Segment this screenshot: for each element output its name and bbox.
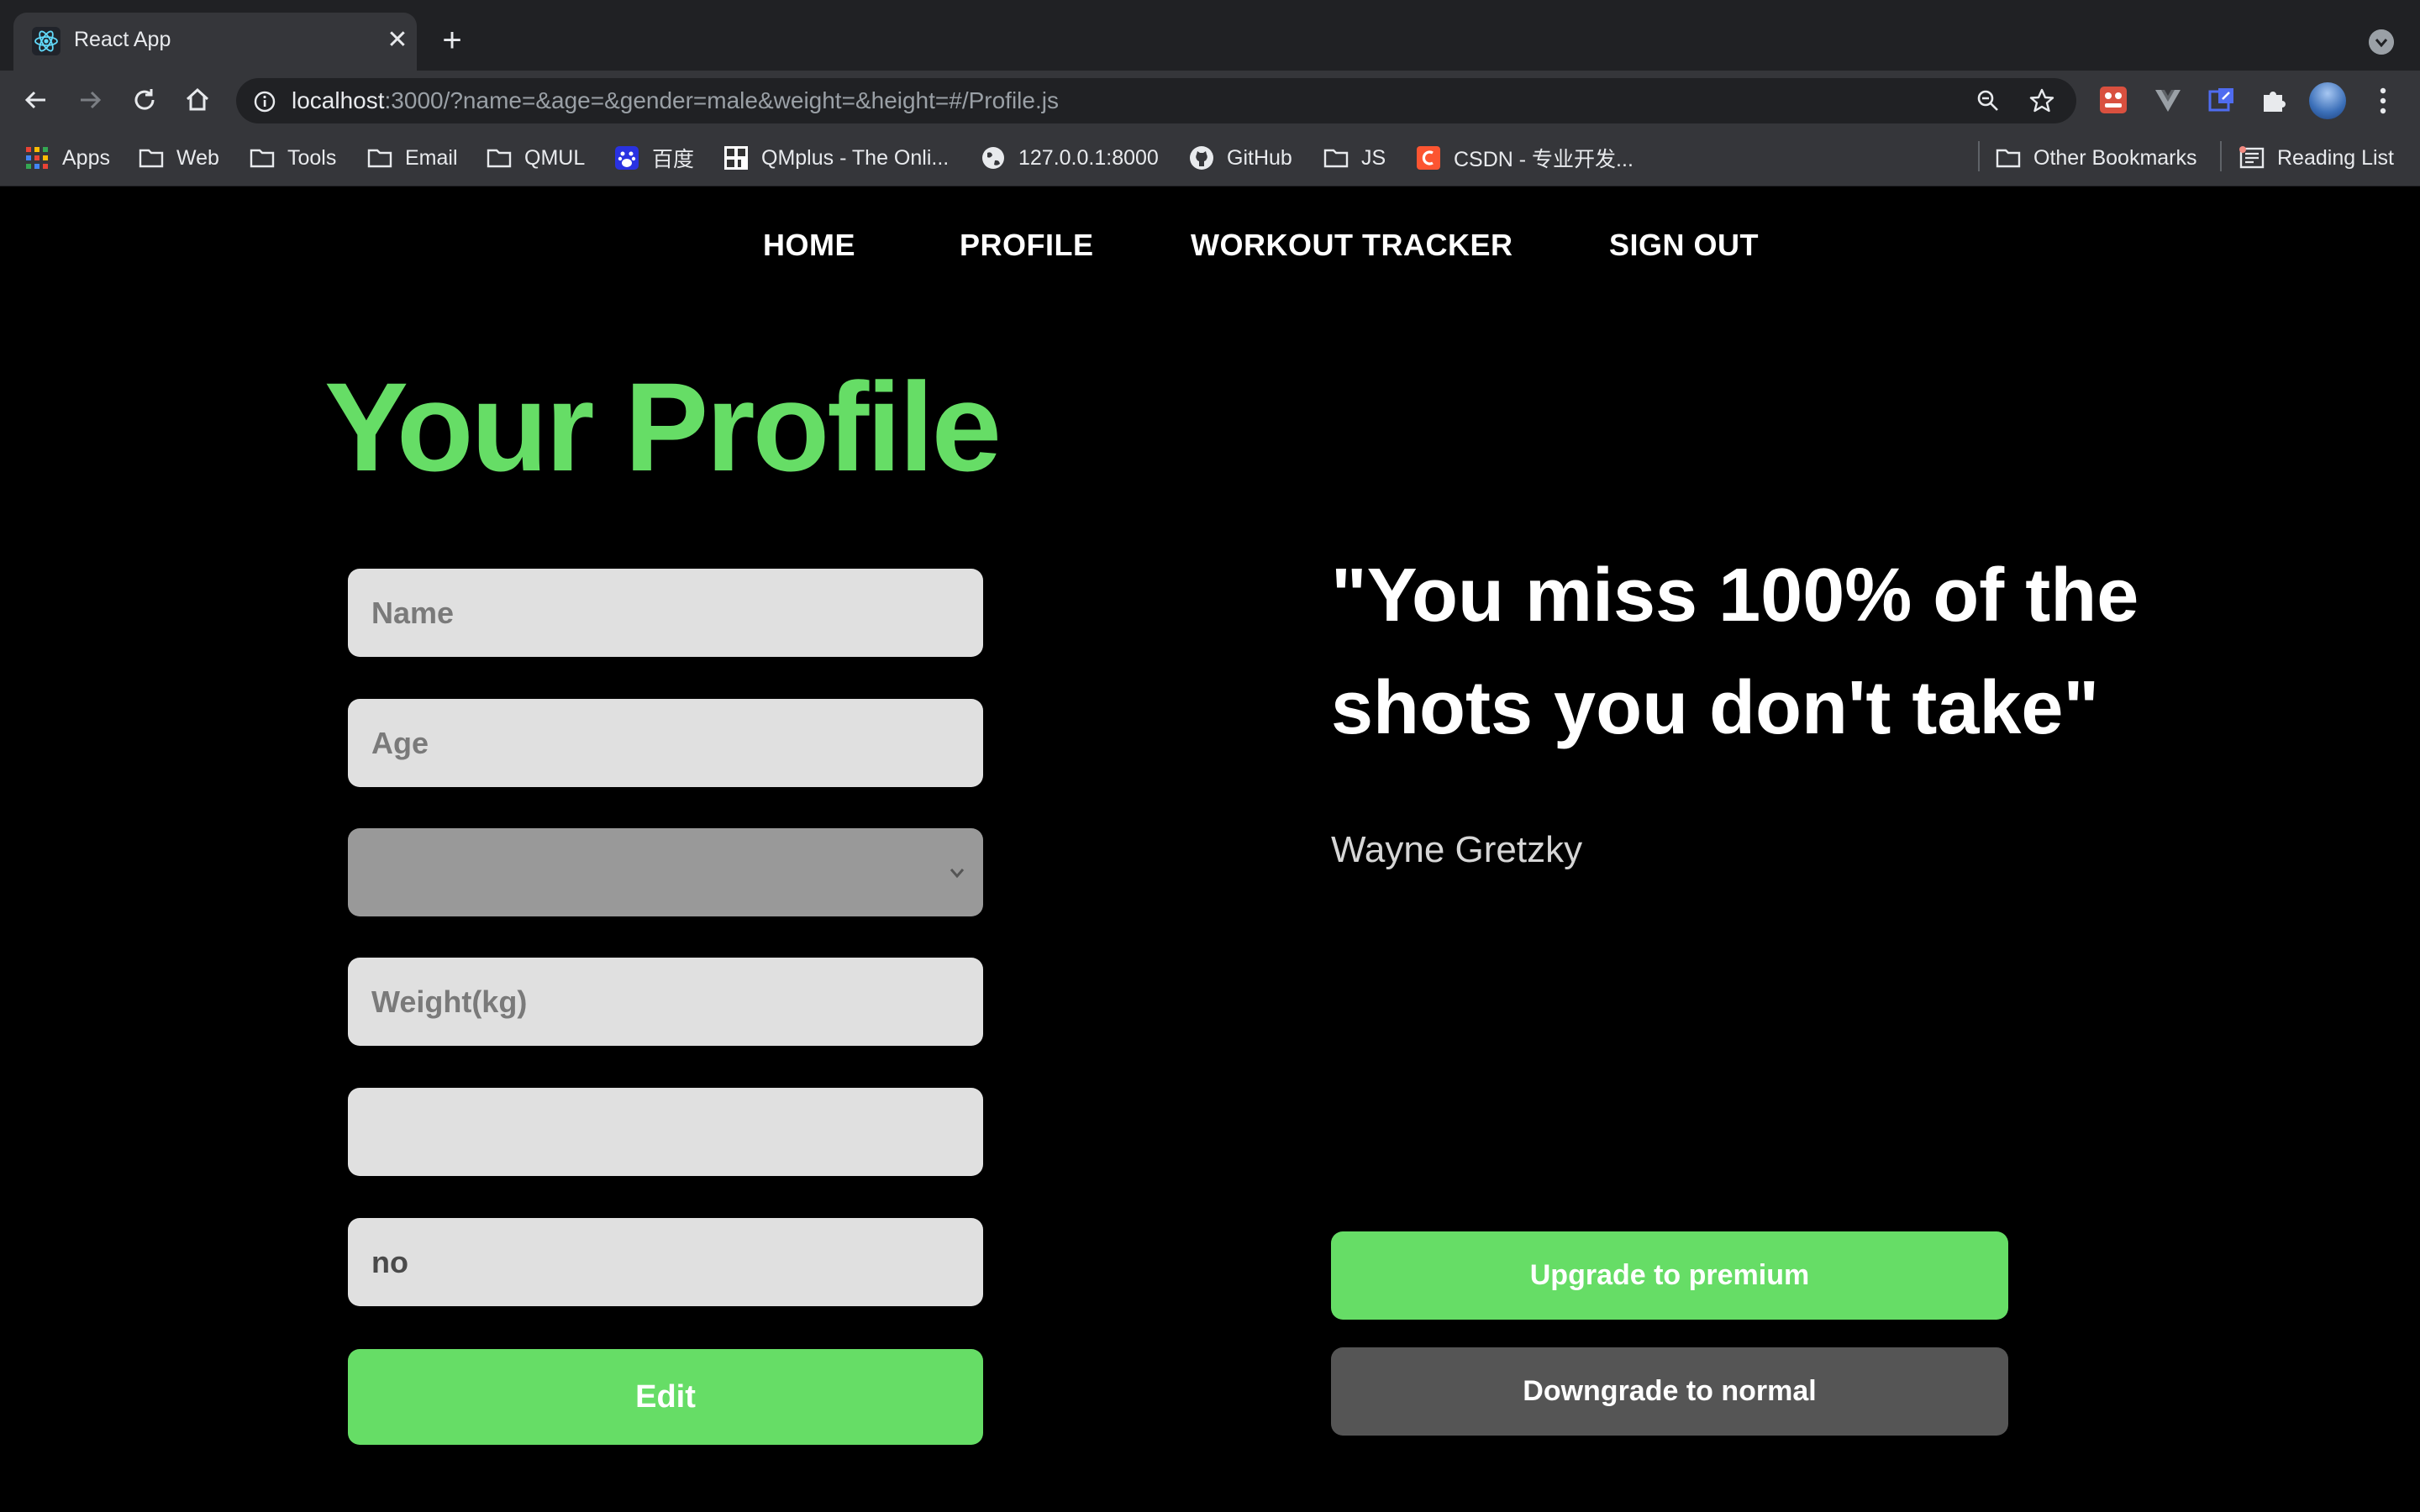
age-input[interactable]: [348, 699, 983, 787]
profile-avatar[interactable]: [2309, 82, 2346, 119]
bookmark-label: QMplus - The Onli...: [761, 145, 950, 170]
bookmark-csdn[interactable]: CSDN - 专业开发...: [1415, 144, 1634, 172]
bookmark-folder-tools[interactable]: Tools: [249, 144, 336, 172]
bookmark-separator: [2220, 141, 2222, 171]
bookmark-label: Tools: [287, 145, 337, 170]
quote-text: "You miss 100% of the shots you don't ta…: [1331, 554, 2139, 750]
address-bar[interactable]: localhost:3000/?name=&age=&gender=male&w…: [236, 78, 2076, 123]
extensions-puzzle-icon[interactable]: [2259, 85, 2289, 115]
chevron-down-icon: [950, 869, 965, 879]
bookmark-label: 127.0.0.1:8000: [1018, 145, 1159, 170]
edit-button[interactable]: Edit: [348, 1349, 983, 1445]
premium-status-input[interactable]: [348, 1218, 983, 1306]
more-menu-icon[interactable]: [2375, 84, 2391, 118]
address-path: :3000/?name=&age=&gender=male&weight=&he…: [384, 87, 1059, 113]
extension-blue-icon[interactable]: [2207, 85, 2237, 115]
home-icon[interactable]: [183, 86, 212, 114]
bookmark-label: CSDN - 专业开发...: [1454, 148, 1634, 171]
folder-icon: [139, 149, 164, 168]
bookmark-label: Apps: [62, 145, 110, 170]
name-input[interactable]: [348, 569, 983, 657]
bookmark-folder-qmul[interactable]: QMUL: [486, 144, 585, 172]
bookmark-star-icon[interactable]: [2028, 87, 2055, 114]
bookmark-folder-email[interactable]: Email: [366, 144, 458, 172]
qmplus-icon: [724, 146, 748, 170]
bookmark-label: GitHub: [1227, 145, 1292, 170]
csdn-icon: [1417, 146, 1440, 170]
reading-list-label: Reading List: [2277, 145, 2394, 170]
extension-red-icon[interactable]: [2098, 85, 2128, 115]
address-host: localhost: [292, 87, 385, 113]
page-title: Your Profile: [324, 356, 1002, 497]
address-url[interactable]: localhost:3000/?name=&age=&gender=male&w…: [292, 87, 1059, 114]
bookmark-other[interactable]: Other Bookmarks: [1995, 144, 2197, 172]
vue-devtools-icon[interactable]: [2153, 85, 2183, 115]
folder-icon: [487, 149, 512, 168]
nav-workout-tracker[interactable]: WORKOUT TRACKER: [1191, 228, 1512, 263]
bookmark-separator: [1978, 141, 1980, 171]
folder-icon: [1323, 149, 1349, 168]
globe-icon: [982, 147, 1004, 169]
bookmark-qmplus[interactable]: QMplus - The Onli...: [723, 144, 949, 172]
bookmark-folder-web[interactable]: Web: [138, 144, 219, 172]
bookmark-folder-js[interactable]: JS: [1323, 144, 1386, 172]
folder-icon: [1996, 149, 2021, 168]
browser-tab-active[interactable]: React App ✕: [13, 13, 417, 71]
forward-arrow-icon[interactable]: [76, 86, 104, 114]
bookmark-localhost[interactable]: 127.0.0.1:8000: [980, 144, 1159, 172]
reading-list-icon: [2239, 146, 2265, 169]
back-arrow-icon[interactable]: [22, 86, 50, 114]
reading-list[interactable]: Reading List: [2238, 144, 2394, 172]
apps-grid-icon: [26, 147, 48, 169]
bookmark-label: Email: [405, 145, 458, 170]
other-bookmarks-label: Other Bookmarks: [2033, 145, 2197, 170]
height-input[interactable]: [348, 1088, 983, 1176]
nav-home[interactable]: HOME: [763, 228, 855, 263]
tab-title: React App: [74, 28, 171, 51]
browser-tab-strip: React App ✕ +: [0, 0, 2420, 71]
bookmark-baidu[interactable]: 百度: [613, 144, 694, 172]
tab-close-icon[interactable]: ✕: [383, 26, 412, 55]
site-info-icon[interactable]: [253, 90, 276, 113]
bookmark-label: QMUL: [524, 145, 586, 170]
bookmark-label: JS: [1361, 145, 1386, 170]
quote-author: Wayne Gretzky: [1331, 829, 1583, 870]
nav-sign-out[interactable]: SIGN OUT: [1609, 228, 1759, 263]
nav-profile[interactable]: PROFILE: [960, 228, 1094, 263]
bookmark-apps[interactable]: Apps: [24, 144, 110, 172]
reload-icon[interactable]: [130, 86, 159, 114]
upgrade-premium-button[interactable]: Upgrade to premium: [1331, 1231, 2008, 1320]
bookmarks-bar: Apps Web Tools Email QMUL 百度 QMplus - Th…: [0, 129, 2420, 186]
zoom-icon[interactable]: [1975, 88, 2001, 113]
weight-input[interactable]: [348, 958, 983, 1046]
bookmark-label: Web: [176, 145, 219, 170]
downgrade-normal-button[interactable]: Downgrade to normal: [1331, 1347, 2008, 1436]
page-content: HOME PROFILE WORKOUT TRACKER SIGN OUT Yo…: [0, 186, 2420, 1512]
tab-search-icon[interactable]: [2369, 29, 2394, 55]
react-logo-icon: [32, 27, 60, 55]
baidu-icon: [615, 146, 639, 170]
folder-icon: [367, 149, 392, 168]
new-tab-button[interactable]: +: [435, 24, 469, 57]
gender-select[interactable]: [348, 828, 983, 916]
folder-icon: [250, 149, 275, 168]
bookmark-label: 百度: [652, 148, 695, 171]
github-icon: [1190, 146, 1213, 170]
bookmark-github[interactable]: GitHub: [1188, 144, 1292, 172]
